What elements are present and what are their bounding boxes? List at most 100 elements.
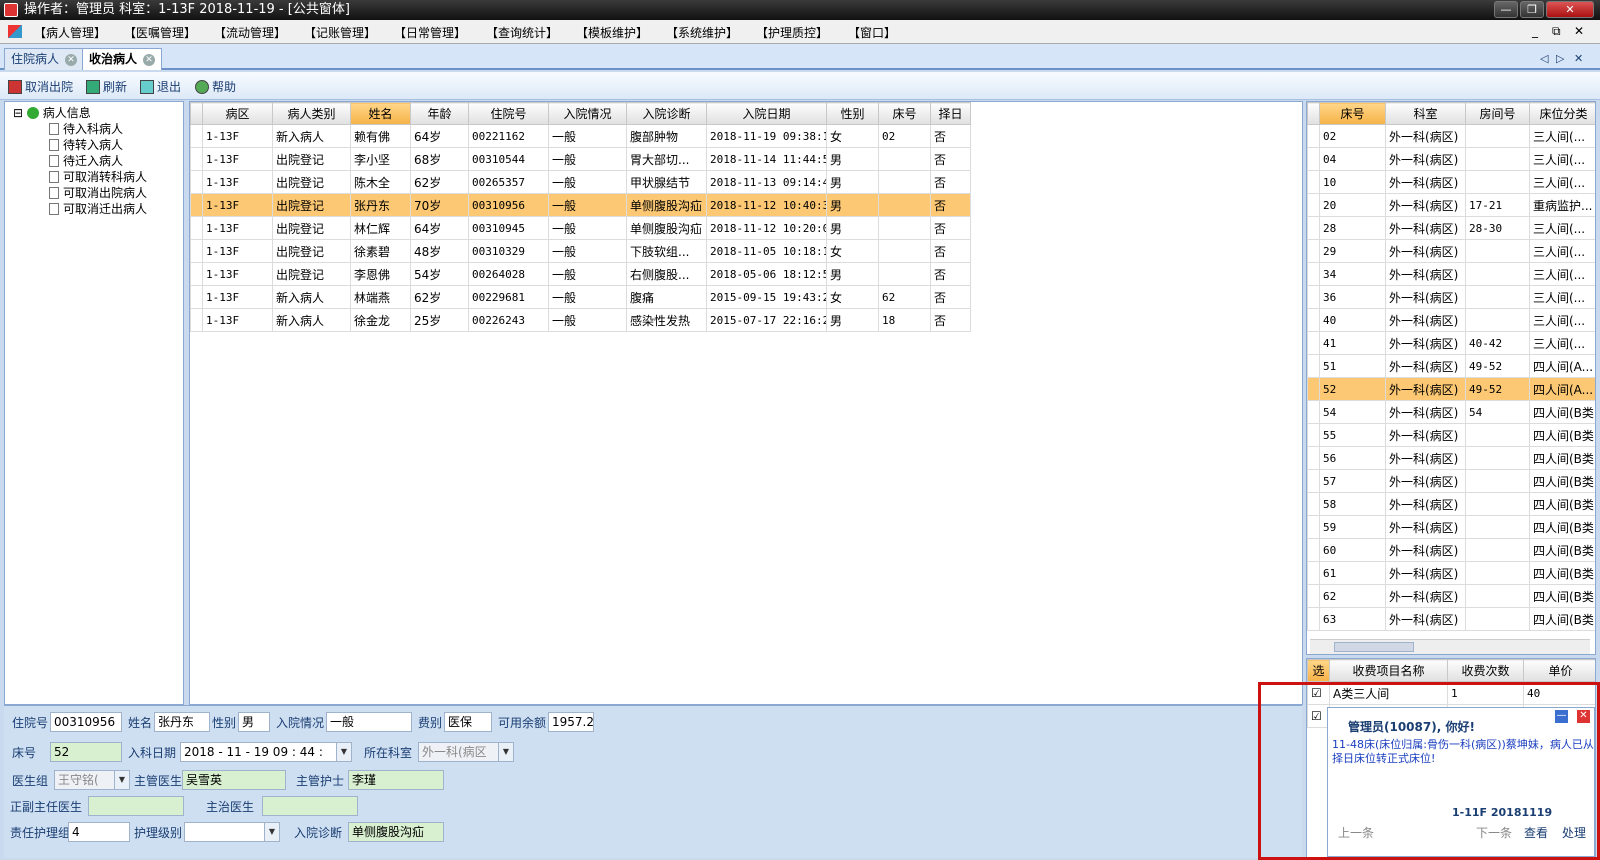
table-row[interactable]: 54 外一科(病区) 54 四人间(B类 — [1307, 400, 1595, 424]
table-row[interactable]: 20 外一科(病区) 17-21 重病监护... — [1307, 193, 1595, 217]
row-indicator[interactable] — [1307, 354, 1320, 378]
table-row[interactable]: 40 外一科(病区) 三人间(... — [1307, 308, 1595, 332]
scrollbar-thumb[interactable] — [1334, 642, 1414, 652]
table-row[interactable]: 61 外一科(病区) 四人间(B类 — [1307, 561, 1595, 585]
bed-grid-horizontal-scrollbar[interactable] — [1310, 639, 1590, 654]
menu-nursing-quality[interactable]: 【护理质控】 — [756, 24, 828, 41]
dropdown-arrow-icon[interactable]: ▼ — [114, 771, 129, 789]
resident-doctor-field[interactable] — [262, 796, 358, 816]
chief-doctor-field[interactable] — [88, 796, 184, 816]
row-indicator[interactable] — [1307, 239, 1320, 263]
refresh-button[interactable]: 刷新 — [86, 78, 127, 95]
help-button[interactable]: 帮助 — [195, 78, 236, 95]
column-header[interactable]: 择日 — [930, 102, 971, 125]
column-header[interactable]: 收费次数 — [1447, 659, 1524, 682]
column-header[interactable]: 单价 — [1523, 659, 1595, 682]
row-indicator[interactable] — [190, 124, 203, 148]
close-tab-icon[interactable]: ✕ — [65, 53, 78, 66]
table-row[interactable]: 41 外一科(病区) 40-42 三人间(... — [1307, 331, 1595, 355]
ward-entry-date-field[interactable]: 2018 - 11 - 19 09 : 44 : ▼ — [180, 742, 352, 762]
tab-close-all-icon[interactable]: ✕ — [1574, 52, 1583, 65]
dropdown-arrow-icon[interactable]: ▼ — [264, 823, 279, 841]
column-header[interactable]: 年龄 — [410, 102, 469, 125]
menu-billing-management[interactable]: 【记账管理】 — [304, 24, 376, 41]
tree-node-cancel-move-out[interactable]: 可取消迁出病人 — [49, 200, 147, 217]
table-row[interactable]: 58 外一科(病区) 四人间(B类 — [1307, 492, 1595, 516]
tree-root-node[interactable]: ⊟ 病人信息 — [13, 104, 91, 121]
table-row[interactable]: 59 外一科(病区) 四人间(B类 — [1307, 515, 1595, 539]
admission-status-field[interactable]: 一般 — [326, 712, 412, 732]
row-indicator[interactable] — [190, 216, 203, 240]
column-header[interactable]: 床号 — [1319, 102, 1386, 125]
row-indicator[interactable] — [1307, 308, 1320, 332]
column-header[interactable]: 入院情况 — [548, 102, 627, 125]
column-header[interactable]: 姓名 — [350, 102, 411, 125]
sex-field[interactable]: 男 — [238, 712, 270, 732]
menu-query-statistics[interactable]: 【查询统计】 — [486, 24, 558, 41]
row-indicator[interactable] — [1307, 423, 1320, 447]
column-header[interactable]: 选 — [1307, 659, 1330, 682]
vertical-splitter[interactable] — [184, 101, 188, 705]
nursing-level-select[interactable]: ▼ — [184, 822, 280, 842]
bed-no-field[interactable]: 52 — [50, 742, 122, 762]
menu-system-maintenance[interactable]: 【系统维护】 — [666, 24, 738, 41]
row-indicator[interactable] — [1307, 492, 1320, 516]
table-row[interactable]: 1-13F 新入病人 徐金龙 25岁 00226243 一般 感染性发热 2015-07-17… — [190, 308, 971, 332]
menu-flow-management[interactable]: 【流动管理】 — [214, 24, 286, 41]
primary-nurse-field[interactable]: 李瑾 — [348, 770, 444, 790]
department-select[interactable]: 外一科(病区 ▼ — [418, 742, 514, 762]
table-row[interactable]: 1-13F 出院登记 林仁辉 64岁 00310945 一般 单侧腹股沟疝 2018-11-1… — [190, 216, 971, 240]
mdi-close-button[interactable]: ✕ — [1574, 24, 1584, 38]
column-header[interactable]: 床位分类 — [1529, 102, 1595, 125]
table-row[interactable]: 1-13F 出院登记 李恩佛 54岁 00264028 一般 右侧腹股... 2018-05-… — [190, 262, 971, 286]
row-indicator[interactable] — [1307, 538, 1320, 562]
table-row[interactable]: 1-13F 出院登记 张丹东 70岁 00310956 一般 单侧腹股沟疝 2018-11-1… — [190, 193, 971, 217]
row-indicator[interactable] — [1307, 170, 1320, 194]
column-header[interactable]: 入院诊断 — [626, 102, 707, 125]
table-row[interactable]: 55 外一科(病区) 四人间(B类 — [1307, 423, 1595, 447]
menu-template-maintenance[interactable]: 【模板维护】 — [576, 24, 648, 41]
tree-node-cancel-transfer[interactable]: 可取消转科病人 — [49, 168, 147, 185]
tree-node-pending-move-in[interactable]: 待迁入病人 — [49, 152, 123, 169]
row-indicator[interactable] — [1307, 262, 1320, 286]
table-row[interactable]: 51 外一科(病区) 49-52 四人间(A... — [1307, 354, 1595, 378]
doctor-group-select[interactable]: 王守铭(▼ — [54, 770, 130, 790]
tab-scroll-left-icon[interactable]: ◁ — [1540, 52, 1548, 65]
column-header[interactable]: 收费项目名称 — [1329, 659, 1448, 682]
admission-no-field[interactable]: 00310956 — [50, 712, 122, 732]
mdi-minimize-button[interactable]: _ — [1532, 24, 1538, 38]
table-row[interactable]: 57 外一科(病区) 四人间(B类 — [1307, 469, 1595, 493]
tab-scroll-right-icon[interactable]: ▷ — [1556, 52, 1564, 65]
exit-button[interactable]: 退出 — [140, 78, 181, 95]
table-row[interactable]: 34 外一科(病区) 三人间(... — [1307, 262, 1595, 286]
column-header[interactable]: 性别 — [826, 102, 879, 125]
row-indicator[interactable] — [1307, 469, 1320, 493]
row-indicator[interactable] — [1307, 124, 1320, 148]
row-indicator[interactable] — [190, 285, 203, 309]
row-indicator[interactable] — [1307, 561, 1320, 585]
table-row[interactable]: 1-13F 出院登记 陈木全 62岁 00265357 一般 甲状腺结节 2018-11-13… — [190, 170, 971, 194]
table-row[interactable]: 62 外一科(病区) 四人间(B类 — [1307, 584, 1595, 608]
row-indicator[interactable] — [1307, 584, 1320, 608]
table-row[interactable]: 10 外一科(病区) 三人间(... — [1307, 170, 1595, 194]
row-indicator[interactable] — [1307, 377, 1320, 401]
dropdown-arrow-icon[interactable]: ▼ — [336, 743, 351, 761]
row-indicator[interactable] — [190, 193, 203, 217]
nursing-group-field[interactable]: 4 — [68, 822, 130, 842]
table-row[interactable]: 29 外一科(病区) 三人间(... — [1307, 239, 1595, 263]
row-indicator[interactable] — [190, 147, 203, 171]
table-row[interactable]: 02 外一科(病区) 三人间(... — [1307, 124, 1595, 148]
balance-field[interactable]: 1957.2 — [548, 712, 594, 732]
tab-admitted-patients[interactable]: 收治病人 ✕ — [82, 48, 163, 70]
column-header[interactable]: 房间号 — [1465, 102, 1530, 125]
restore-button[interactable]: ❐ — [1520, 1, 1544, 18]
row-indicator[interactable] — [1307, 446, 1320, 470]
column-header[interactable]: 病人类别 — [272, 102, 351, 125]
table-row[interactable]: 63 外一科(病区) 四人间(B类 — [1307, 607, 1595, 631]
row-indicator[interactable] — [1307, 515, 1320, 539]
mdi-restore-button[interactable]: ⧉ — [1552, 24, 1561, 39]
row-indicator[interactable] — [1307, 193, 1320, 217]
dropdown-arrow-icon[interactable]: ▼ — [498, 743, 513, 761]
table-row[interactable]: 56 外一科(病区) 四人间(B类 — [1307, 446, 1595, 470]
tab-inpatients[interactable]: 住院病人 ✕ — [4, 48, 85, 70]
